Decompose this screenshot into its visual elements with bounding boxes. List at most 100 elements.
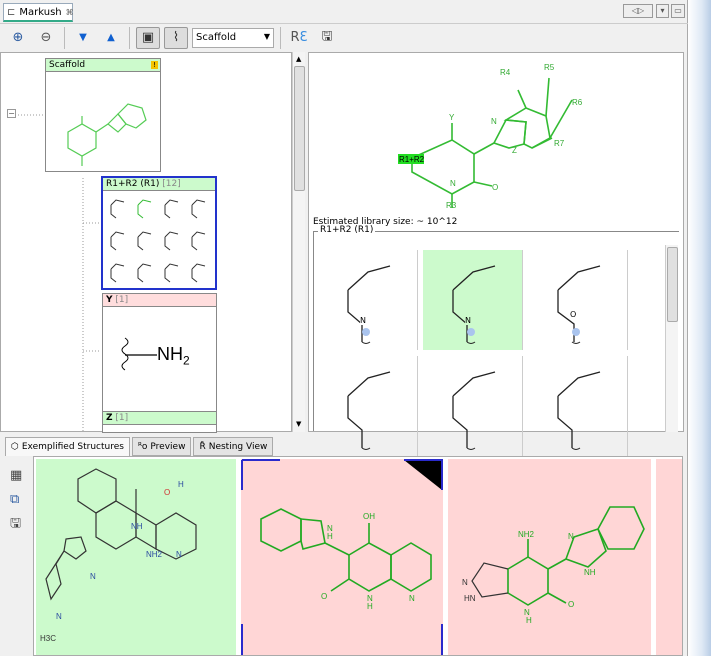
- r-group-thumbnail: [137, 263, 152, 283]
- rgroup-cell[interactable]: N: [318, 250, 418, 350]
- expand-all-button[interactable]: ▼: [71, 27, 95, 49]
- structure-3-drawing: NH2 NNHNHO NHN: [462, 506, 645, 625]
- copy-icon[interactable]: ⧉: [10, 488, 22, 512]
- structure-card-2[interactable]: N H OH O N H N: [241, 459, 443, 655]
- r-group-thumbnail: [110, 263, 125, 283]
- chevron-down-icon: ▼: [263, 31, 270, 41]
- tree-scrollbar[interactable]: ▲ ▼: [292, 52, 305, 432]
- wavy-bond: [121, 337, 157, 371]
- atom-label: NH: [584, 568, 596, 577]
- scroll-up-icon[interactable]: ▲: [296, 55, 301, 63]
- label-r7: R7: [554, 139, 565, 148]
- r1r2-node[interactable]: R1+R2 (R1) [12]: [101, 176, 217, 290]
- collapse-toggle[interactable]: −: [7, 109, 16, 118]
- rgroup-grid: NNO: [318, 250, 638, 456]
- zoom-in-button[interactable]: ⊕: [6, 27, 30, 49]
- r-group-thumbnail: [137, 231, 152, 251]
- rgroup-structure: [557, 265, 601, 344]
- r-group-thumbnail: [110, 231, 125, 251]
- z-node[interactable]: Z [1]: [102, 411, 217, 433]
- label-r6: R6: [572, 98, 583, 107]
- bottom-tabs: ⬡ Exemplified Structures ᴿo Preview R̊ Nest…: [0, 437, 688, 456]
- tab-title: Markush: [19, 6, 62, 18]
- view-mode-select[interactable]: Scaffold ▼: [192, 27, 274, 48]
- tab-nesting-view[interactable]: R̊ Nesting View: [193, 437, 274, 456]
- rgroup-scrollbar[interactable]: [665, 245, 678, 432]
- z-header: Z [1]: [103, 412, 216, 425]
- label-r1r2: R1+R2: [399, 155, 425, 164]
- scroll-down-icon[interactable]: ▼: [296, 420, 301, 428]
- close-icon[interactable]: ⌘: [66, 8, 74, 17]
- r1r2-title: R1+R2 (R1): [106, 179, 160, 189]
- rgroup-icon: ⌇: [172, 30, 180, 45]
- r-group-thumbnail: [164, 199, 179, 219]
- atom-label: O: [568, 600, 574, 609]
- scaffold-structure: R1+R2 Y R3 R4 R5 R6 R7 N Z N O: [398, 63, 583, 210]
- scrollbar-thumb[interactable]: [667, 247, 678, 322]
- r-group-thumbnail: [191, 199, 206, 219]
- markush-icon: ⊏: [7, 6, 16, 18]
- tree-layout-icon: ▣: [141, 30, 155, 45]
- r-group-thumbnail: [164, 263, 179, 283]
- tab-label: Exemplified Structures: [21, 442, 124, 452]
- rgroup-cell[interactable]: O: [528, 250, 628, 350]
- atom-label: NH2: [146, 550, 163, 559]
- r-group-thumbnail: [191, 231, 206, 251]
- y-group-sub: 2: [183, 353, 190, 368]
- export-button[interactable]: 🖫: [315, 27, 339, 49]
- label-o: O: [492, 183, 498, 192]
- atom-label: N: [465, 316, 471, 325]
- atom-label: N: [56, 612, 62, 621]
- scaffold-node[interactable]: Scaffold!: [45, 58, 161, 172]
- tab-preview[interactable]: ᴿo Preview: [131, 437, 192, 456]
- y-title: Y: [106, 295, 113, 305]
- save-icon: 🖫: [321, 28, 333, 44]
- atom-label: O: [164, 488, 170, 497]
- rgroup-panel: R1+R2 (R1) N N O: [313, 225, 679, 456]
- expand-icon: ▼: [79, 32, 87, 43]
- label-r4: R4: [500, 68, 511, 77]
- structure-card-3[interactable]: NH2 N NH N H O N HN: [448, 459, 651, 655]
- collapse-all-button[interactable]: ▲: [99, 27, 123, 49]
- scaffold-thumbnail: [67, 103, 147, 166]
- r-group-thumbnail: [137, 199, 152, 219]
- r-enumerate-button[interactable]: RƐ: [287, 27, 311, 49]
- rgroup-cell[interactable]: N: [423, 250, 523, 350]
- atom-label: H: [367, 602, 373, 611]
- tree-layout-button[interactable]: ▣: [136, 26, 160, 49]
- table-icon[interactable]: ▦: [10, 464, 22, 488]
- label-r3: R3: [446, 201, 457, 210]
- nesting-icon: R̊: [199, 441, 206, 452]
- r-enumerate-icon: R: [290, 30, 300, 45]
- z-title: Z: [106, 413, 113, 423]
- tab-exemplified-structures[interactable]: ⬡ Exemplified Structures: [5, 437, 130, 456]
- atom-label: H: [327, 532, 333, 541]
- maximize-button[interactable]: ▭: [671, 4, 685, 18]
- markush-tree-panel: − Scaffold! R1+R2 (R1) [12] Y [1] NH2 Z …: [0, 52, 292, 433]
- tab-label: Preview: [150, 441, 186, 452]
- rgroup-panel-title: R1+R2 (R1): [318, 225, 376, 235]
- y-group: NH: [157, 344, 183, 364]
- side-toolbar: ▦ ⧉ 🖫: [10, 464, 22, 536]
- rgroup-layout-button[interactable]: ⌇: [164, 26, 188, 49]
- tab-markush[interactable]: ⊏ Markush ⌘: [3, 3, 74, 22]
- atom-label: NH2: [518, 530, 535, 539]
- structure-card-1[interactable]: O H NH N NH2 N N H3C: [36, 459, 236, 655]
- tab-scroll-buttons[interactable]: ◁▷: [623, 4, 653, 18]
- save-icon[interactable]: 🖫: [10, 512, 22, 536]
- zoom-out-button[interactable]: ⊖: [34, 27, 58, 49]
- label-n-benzo: N: [491, 117, 497, 126]
- atom-label: HN: [464, 594, 476, 603]
- rgroup-structure: [452, 265, 496, 344]
- structure-card-4[interactable]: [656, 459, 682, 655]
- view-mode-value: Scaffold: [196, 31, 237, 43]
- structure-1-drawing: OH NH N NH2 N N H3C: [40, 468, 197, 643]
- atom-label: N: [462, 578, 468, 587]
- menu-button[interactable]: ▾: [656, 4, 669, 18]
- atom-label: N: [360, 316, 366, 325]
- collapse-icon: ▲: [107, 32, 115, 43]
- atom-label: N: [409, 594, 415, 603]
- next-icon[interactable]: ▷: [638, 6, 644, 15]
- scrollbar-thumb[interactable]: [294, 66, 305, 191]
- atom-label: N: [176, 550, 182, 559]
